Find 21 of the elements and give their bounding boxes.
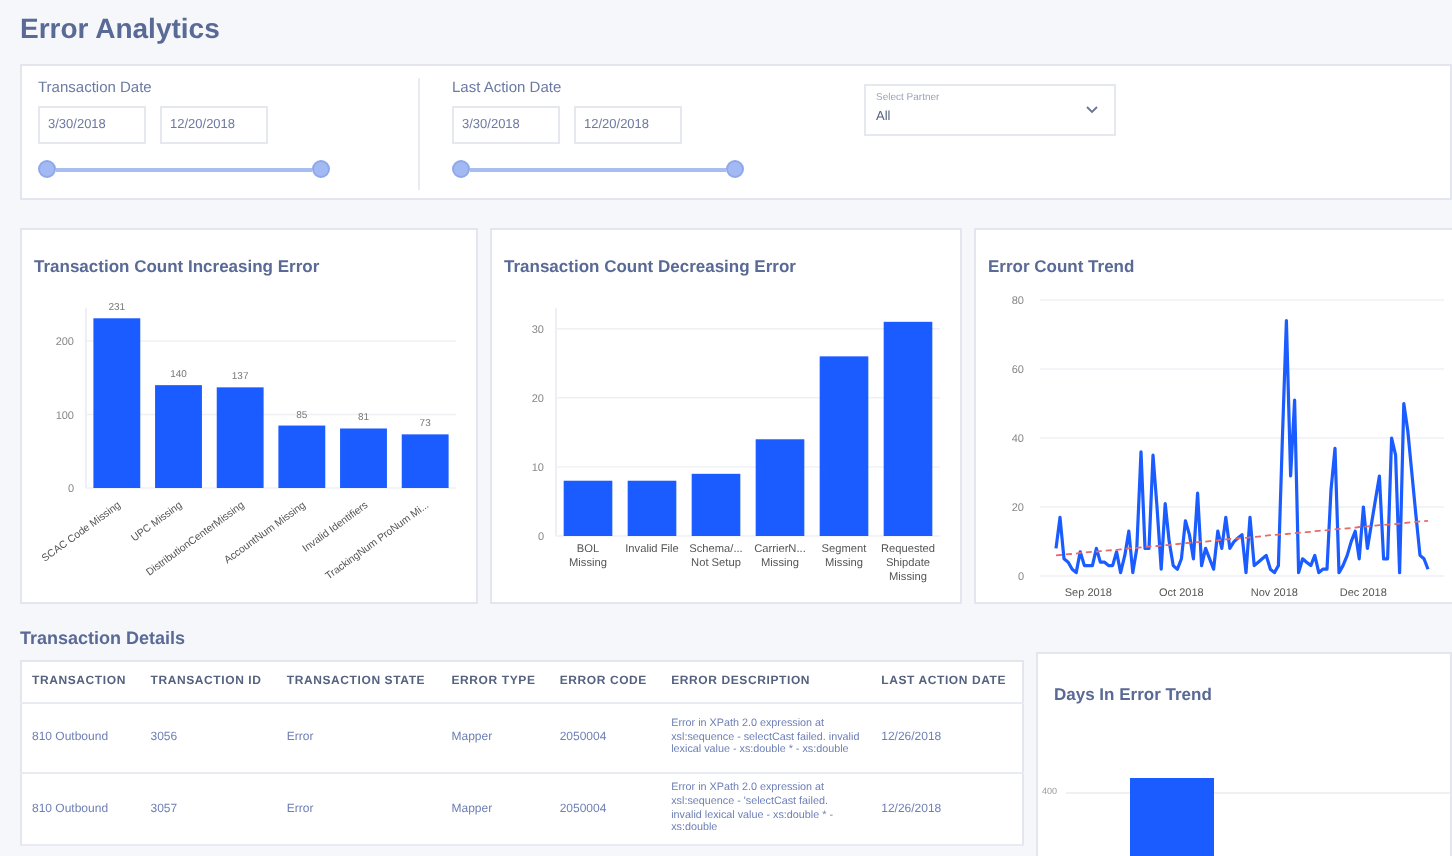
bar (278, 425, 326, 488)
bar (627, 480, 677, 536)
slider-handle[interactable] (726, 160, 744, 178)
chart-title: Transaction Count Increasing Error (34, 256, 320, 276)
chart-title: Transaction Count Decreasing Error (504, 256, 796, 276)
bar (401, 434, 449, 488)
bar (216, 387, 264, 488)
bar (563, 480, 613, 536)
slider-handle[interactable] (452, 160, 470, 178)
bar (340, 428, 387, 488)
chart-title: Error Count Trend (988, 256, 1135, 276)
bar (691, 473, 741, 536)
page-title: Error Analytics (20, 12, 222, 44)
chart-title: Days In Error Trend (1054, 684, 1212, 704)
slider-handle[interactable] (38, 160, 56, 178)
bar (155, 385, 202, 488)
section-title: Transaction Details (20, 628, 186, 648)
slider-handle[interactable] (312, 160, 330, 178)
chevron-down-icon (1086, 106, 1098, 114)
bar (1130, 778, 1214, 856)
bar (755, 439, 805, 536)
